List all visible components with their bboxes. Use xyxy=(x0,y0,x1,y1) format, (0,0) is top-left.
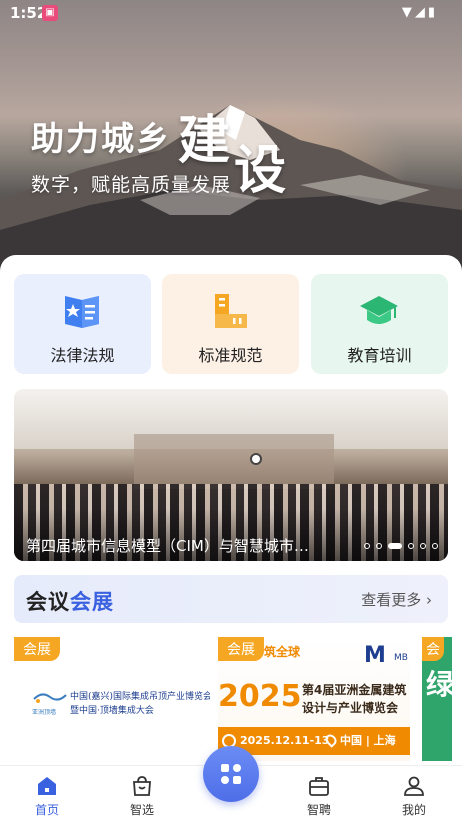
expo-logo-icon xyxy=(33,693,67,703)
hero-title-big-1: 建 xyxy=(178,111,231,171)
category-label: 标准规范 xyxy=(198,346,263,365)
category-law[interactable]: 法律法规 xyxy=(14,274,151,374)
system-icons: ▼◢▮ xyxy=(402,5,438,20)
carousel-dot-active[interactable] xyxy=(388,543,402,549)
chevron-right-icon: › xyxy=(426,591,432,609)
hero-title-big-2: 设 xyxy=(234,141,287,201)
nav-home[interactable]: 首页 xyxy=(12,766,82,823)
nav-profile[interactable]: 我的 xyxy=(379,766,449,823)
banner-wall xyxy=(134,434,334,489)
nav-label: 智聘 xyxy=(306,803,331,817)
apps-grid-icon xyxy=(221,764,241,784)
category-label: 教育培训 xyxy=(347,346,412,365)
view-more-label: 查看更多 xyxy=(361,591,422,609)
carousel-dot[interactable] xyxy=(364,543,370,549)
view-more-link[interactable]: 查看更多 › xyxy=(361,589,432,610)
clock-icon xyxy=(250,453,262,465)
standard-ruler-icon xyxy=(215,294,247,328)
briefcase-icon xyxy=(309,777,329,796)
expo-card[interactable]: 会展 亚洲顶墙 中国(嘉兴)国际集成吊顶产业博览会 暨中国·顶墙集成大会 xyxy=(14,637,210,761)
expo-title-line2: 暨中国·顶墙集成大会 xyxy=(70,706,154,716)
carousel-dot[interactable] xyxy=(376,543,382,549)
banner-caption: 第四届城市信息模型（CIM）与智慧城市… xyxy=(26,537,309,555)
expo-name-line1: 第4届亚洲金属建筑 xyxy=(302,683,407,697)
expo-card[interactable]: 筑全球 会展 M MB 2025 第4届亚洲金属建筑 设计与产业博览会 2025… xyxy=(218,637,410,761)
home-icon xyxy=(38,777,56,795)
shopping-bag-icon xyxy=(133,776,151,796)
carousel-dot[interactable] xyxy=(420,543,426,549)
law-book-icon xyxy=(65,296,99,328)
nav-recruit[interactable]: 智聘 xyxy=(284,766,354,823)
category-label: 法律法规 xyxy=(50,346,115,365)
nav-label: 我的 xyxy=(401,803,426,817)
expo-year: 2025 xyxy=(218,679,302,714)
category-education[interactable]: 教育培训 xyxy=(311,274,448,374)
hero-title: 助力城乡 xyxy=(31,119,171,158)
carousel-dot[interactable] xyxy=(432,543,438,549)
section-title-part1: 会议 xyxy=(26,590,70,614)
expo-brand-sub: MB xyxy=(394,653,408,663)
expo-title-line1: 中国(嘉兴)国际集成吊顶产业博览会 xyxy=(70,692,210,702)
expo-card-partial[interactable]: 会 绿 xyxy=(422,637,452,761)
conference-banner[interactable]: 第四届城市信息模型（CIM）与智慧城市… xyxy=(14,389,448,561)
bottom-nav: 首页 智选 智聘 我的 xyxy=(0,746,462,823)
signal-icon: ◢ xyxy=(414,5,428,20)
expo-place: 中国 | 上海 xyxy=(340,734,396,747)
nav-center-button[interactable] xyxy=(203,746,259,802)
section-header-exhibitions: 会议会展 查看更多 › xyxy=(14,575,448,623)
expo-tag: 会 xyxy=(422,637,444,661)
section-title: 会议会展 xyxy=(26,586,114,616)
category-grid: 法律法规 标准规范 教育培训 xyxy=(14,274,448,374)
category-standard[interactable]: 标准规范 xyxy=(162,274,299,374)
graduation-cap-icon xyxy=(360,296,398,324)
expo-tag: 会展 xyxy=(218,637,264,661)
expo-name-line2: 设计与产业博览会 xyxy=(302,701,399,715)
expo-tag: 会展 xyxy=(14,637,60,661)
nav-label: 首页 xyxy=(34,803,59,817)
carousel-indicators xyxy=(364,542,438,550)
section-title-part2: 会展 xyxy=(70,590,114,614)
nav-smart-select[interactable]: 智选 xyxy=(107,766,177,823)
nav-label: 智选 xyxy=(129,803,154,817)
notification-icon: ▣ xyxy=(42,5,58,21)
battery-icon: ▮ xyxy=(427,5,438,20)
carousel-dot[interactable] xyxy=(408,543,414,549)
expo-logo-text: 亚洲顶墙 xyxy=(32,709,57,716)
hero-subtitle: 数字，赋能高质量发展 xyxy=(31,174,232,196)
expo-glyph: 绿 xyxy=(426,668,452,701)
expo-brand-logo: M xyxy=(364,643,386,668)
wifi-icon: ▼ xyxy=(401,5,415,20)
hero-banner: 1:52 ▣ ▼◢▮ 助力城乡 建 设 数字，赋能高质量发展 xyxy=(0,0,462,275)
status-bar: 1:52 ▣ ▼◢▮ xyxy=(0,0,462,26)
user-icon xyxy=(404,776,424,796)
